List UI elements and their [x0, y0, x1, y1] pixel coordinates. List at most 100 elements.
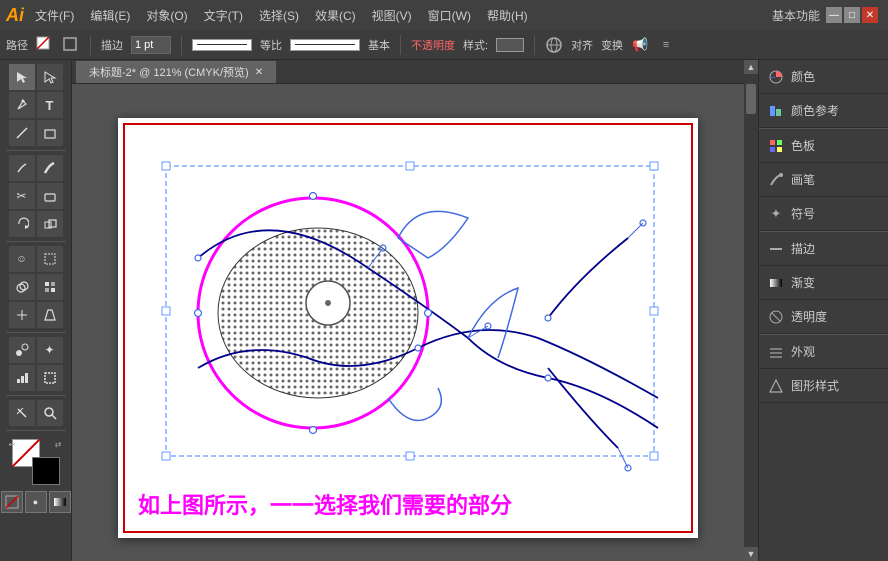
stroke-box-icon[interactable] — [62, 36, 80, 54]
appearance-icon — [767, 343, 785, 361]
shape-builder-btn[interactable] — [9, 274, 35, 300]
menu-effect[interactable]: 效果(C) — [308, 5, 363, 26]
pencil-tool-btn[interactable] — [9, 155, 35, 181]
options-menu-icon[interactable]: ≡ — [657, 36, 675, 54]
tab-close-btn[interactable]: ✕ — [255, 67, 263, 78]
document-tab[interactable]: 未标题-2* @ 121% (CMYK/预览) ✕ — [76, 61, 276, 83]
vertical-scrollbar[interactable]: ▲ ▼ — [744, 60, 758, 561]
mesh-tool-btn[interactable] — [9, 302, 35, 328]
scissors-tool-btn[interactable]: ✂ — [9, 183, 35, 209]
color-guide-icon — [767, 102, 785, 120]
direct-selection-btn[interactable] — [37, 64, 63, 90]
appearance-label: 外观 — [791, 343, 815, 360]
selection-tool-btn[interactable] — [9, 64, 35, 90]
scroll-up-arrow[interactable]: ▲ — [744, 60, 758, 74]
menu-file[interactable]: 文件(F) — [28, 5, 81, 26]
panel-appearance[interactable]: 外观 — [759, 335, 888, 369]
canvas-area: 未标题-2* @ 121% (CMYK/预览) ✕ — [72, 60, 744, 561]
document-canvas[interactable]: 如上图所示，一一选择我们需要的部分 — [72, 84, 744, 561]
gradient-icon — [767, 274, 785, 292]
slice-tool-btn[interactable] — [9, 400, 35, 426]
panel-transparency[interactable]: 透明度 — [759, 300, 888, 334]
close-button[interactable]: ✕ — [862, 7, 878, 23]
align-label: 对齐 — [571, 37, 593, 53]
panel-gradient[interactable]: 渐变 — [759, 266, 888, 300]
stroke-panel-icon — [767, 240, 785, 258]
panel-stroke[interactable]: 描边 — [759, 232, 888, 266]
menu-edit[interactable]: 编辑(E) — [83, 5, 137, 26]
panel-graphic-styles[interactable]: 图形样式 — [759, 369, 888, 403]
swatches-label: 色板 — [791, 137, 815, 154]
basic-label: 基本 — [368, 37, 390, 53]
live-paint-btn[interactable] — [37, 274, 63, 300]
type-tool-btn[interactable]: T — [37, 92, 63, 118]
path-label: 路径 — [6, 37, 28, 53]
brush-tool-btn[interactable] — [37, 155, 63, 181]
free-transform-btn[interactable] — [37, 246, 63, 272]
menu-view[interactable]: 视图(V) — [365, 5, 419, 26]
gradient-panel-label: 渐变 — [791, 274, 815, 291]
menu-window[interactable]: 窗口(W) — [421, 5, 478, 26]
scale-tool-btn[interactable] — [37, 211, 63, 237]
graphic-styles-icon — [767, 377, 785, 395]
menu-select[interactable]: 选择(S) — [252, 5, 306, 26]
panel-swatches[interactable]: 色板 — [759, 129, 888, 163]
puppet-warp-btn[interactable]: ☺ — [9, 246, 35, 272]
maximize-button[interactable]: □ — [844, 7, 860, 23]
globe-icon[interactable] — [545, 36, 563, 54]
panel-brushes[interactable]: 画笔 — [759, 163, 888, 197]
tab-label: 未标题-2* @ 121% (CMYK/预览) — [89, 64, 249, 80]
menu-help[interactable]: 帮助(H) — [480, 5, 535, 26]
artboard: 如上图所示，一一选择我们需要的部分 — [118, 118, 698, 538]
right-panel: 颜色 颜色参考 色板 画笔 ✦ 符号 — [758, 60, 888, 561]
perspective-tool-btn[interactable] — [37, 302, 63, 328]
ratio-label: 等比 — [260, 37, 282, 53]
color-panel-icon — [767, 68, 785, 86]
tab-bar: 未标题-2* @ 121% (CMYK/预览) ✕ — [72, 60, 744, 84]
artwork-svg — [118, 118, 698, 538]
zoom-tool-btn[interactable] — [37, 400, 63, 426]
eraser-tool-btn[interactable] — [37, 183, 63, 209]
speaker-icon[interactable]: 📢 — [631, 36, 649, 54]
ratio-preview — [290, 39, 360, 51]
stroke-panel-label: 描边 — [791, 240, 815, 257]
gradient-mode-icon[interactable] — [49, 491, 71, 513]
menu-object[interactable]: 对象(O) — [139, 5, 194, 26]
scroll-down-arrow[interactable]: ▼ — [744, 547, 758, 561]
options-bar: 路径 描边 等比 基本 不透明度 样式: 对齐 变换 📢 ≡ — [0, 30, 888, 60]
brushes-label: 画笔 — [791, 171, 815, 188]
scroll-track[interactable] — [744, 74, 758, 547]
caption-text: 如上图所示，一一选择我们需要的部分 — [138, 488, 512, 520]
shape-tool-btn[interactable] — [37, 120, 63, 146]
symbol-tool-btn[interactable]: ✦ — [37, 337, 63, 363]
blend-tool-btn[interactable] — [9, 337, 35, 363]
scroll-thumb[interactable] — [746, 84, 756, 114]
titlebar: Ai 文件(F) 编辑(E) 对象(O) 文字(T) 选择(S) 效果(C) 视… — [0, 0, 888, 30]
opacity-label[interactable]: 不透明度 — [411, 37, 455, 53]
style-swatch[interactable] — [496, 38, 524, 52]
symbols-label: 符号 — [791, 205, 815, 222]
pen-tool-btn[interactable] — [9, 92, 35, 118]
panel-color[interactable]: 颜色 — [759, 60, 888, 94]
ai-logo: Ai — [6, 5, 24, 26]
background-color[interactable] — [32, 457, 60, 485]
none-fill-icon[interactable] — [1, 491, 23, 513]
toolbar: T ✂ — [0, 60, 72, 561]
transparency-panel-label: 透明度 — [791, 308, 827, 325]
graph-tool-btn[interactable] — [9, 365, 35, 391]
panel-color-guide[interactable]: 颜色参考 — [759, 94, 888, 128]
line-tool-btn[interactable] — [9, 120, 35, 146]
reset-colors-icon[interactable]: ↩ — [9, 440, 16, 449]
stroke-size-input[interactable] — [131, 36, 171, 54]
symbols-icon: ✦ — [767, 205, 785, 223]
color-mode-icon[interactable]: ● — [25, 491, 47, 513]
brushes-icon — [767, 171, 785, 189]
stroke-color-swatch[interactable] — [36, 36, 54, 54]
graphic-styles-label: 图形样式 — [791, 377, 839, 394]
rotate-tool-btn[interactable] — [9, 211, 35, 237]
swap-colors-icon[interactable]: ⇄ — [55, 440, 62, 449]
panel-symbols[interactable]: ✦ 符号 — [759, 197, 888, 231]
menu-type[interactable]: 文字(T) — [197, 5, 250, 26]
minimize-button[interactable]: — — [826, 7, 842, 23]
artboard-tool-btn[interactable] — [37, 365, 63, 391]
